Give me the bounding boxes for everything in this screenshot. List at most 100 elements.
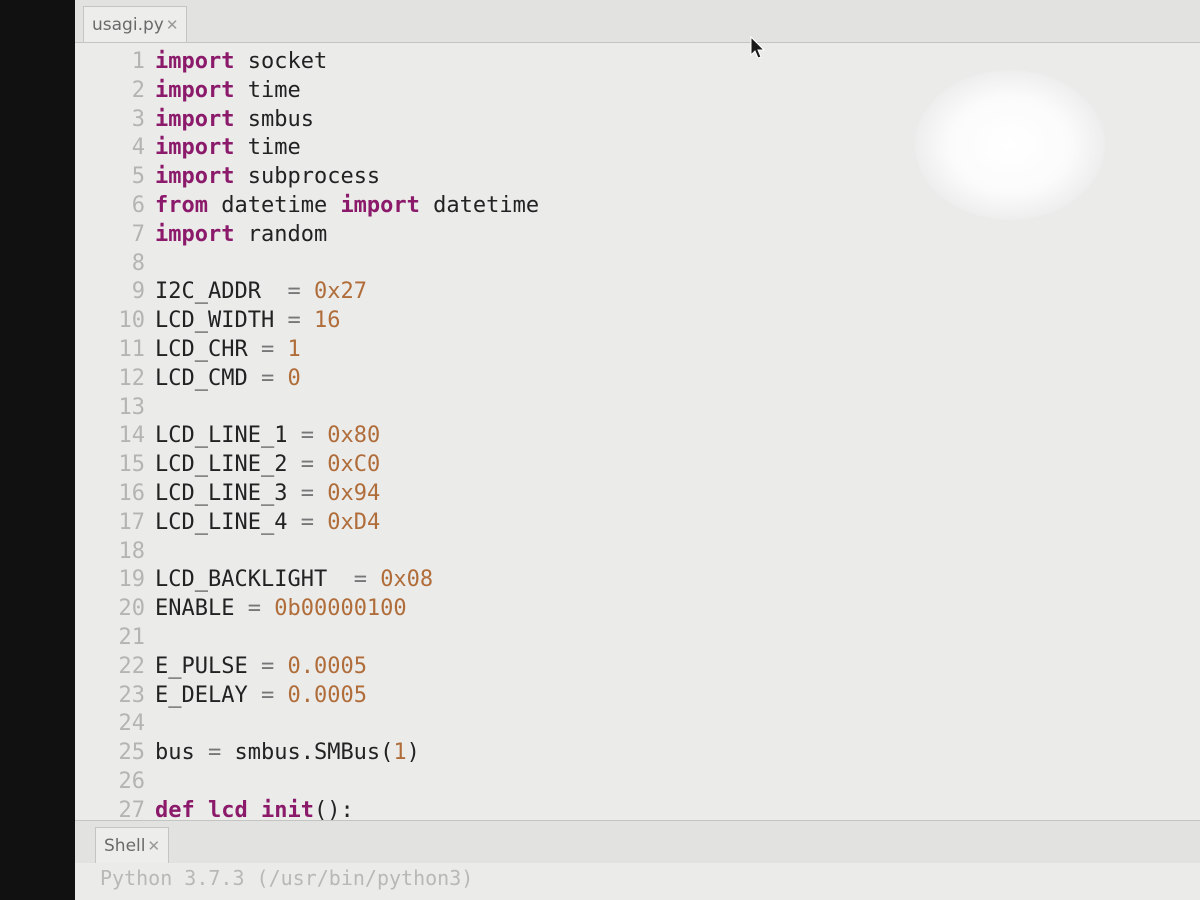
shell-tab-bar: Shell ✕ xyxy=(75,820,1200,864)
code-line[interactable]: import time xyxy=(155,77,539,106)
code-line[interactable]: from datetime import datetime xyxy=(155,192,539,221)
code-token: smbus.SMBus( xyxy=(221,740,394,766)
code-token: import xyxy=(155,164,235,190)
shell-tab[interactable]: Shell ✕ xyxy=(95,827,170,863)
code-token: import xyxy=(155,135,235,161)
code-token: import xyxy=(340,192,420,218)
line-number: 4 xyxy=(131,135,145,161)
shell-panel[interactable]: Python 3.7.3 (/usr/bin/python3) xyxy=(75,863,1200,900)
line-number: 25 xyxy=(118,740,146,766)
code-line[interactable]: LCD_LINE_1 = 0x80 xyxy=(155,422,539,451)
code-line[interactable]: LCD_BACKLIGHT = 0x08 xyxy=(155,566,539,595)
code-token: = xyxy=(260,365,275,391)
code-line[interactable] xyxy=(155,538,539,567)
code-line[interactable] xyxy=(155,624,539,653)
editor-tab-usagi-py[interactable]: usagi.py ✕ xyxy=(83,6,188,42)
code-line[interactable]: LCD_CMD = 0 xyxy=(155,365,539,394)
code-line[interactable]: LCD_LINE_4 = 0xD4 xyxy=(155,509,539,538)
code-token: = xyxy=(260,682,275,708)
code-line[interactable]: LCD_CHR = 1 xyxy=(155,336,539,365)
code-token: datetime xyxy=(207,192,341,218)
code-token: = xyxy=(260,653,275,679)
code-token: ENABLE xyxy=(155,596,248,622)
line-number: 18 xyxy=(118,538,146,564)
code-token: I2C_ADDR xyxy=(155,279,288,305)
line-number: 7 xyxy=(131,221,145,247)
code-line[interactable]: import random xyxy=(155,221,539,250)
code-token: (): xyxy=(313,797,354,823)
line-number: 13 xyxy=(118,394,146,420)
code-token: smbus xyxy=(234,106,314,132)
code-line[interactable]: I2C_ADDR = 0x27 xyxy=(155,278,539,307)
shell-output: Python 3.7.3 (/usr/bin/python3) xyxy=(100,866,474,890)
line-number: 3 xyxy=(131,106,145,132)
code-token: import xyxy=(155,221,235,247)
line-number: 12 xyxy=(118,365,146,391)
line-number: 15 xyxy=(118,452,146,478)
code-line[interactable]: bus = smbus.SMBus(1) xyxy=(155,739,539,768)
code-line[interactable]: import smbus xyxy=(155,106,539,135)
code-token: 0x94 xyxy=(327,480,381,506)
line-number: 11 xyxy=(118,336,146,362)
code-token: = xyxy=(247,596,261,622)
mouse-pointer-icon xyxy=(750,36,766,59)
code-line[interactable] xyxy=(155,394,539,423)
line-number: 22 xyxy=(118,653,146,679)
code-line[interactable] xyxy=(155,768,539,797)
code-line[interactable]: LCD_LINE_2 = 0xC0 xyxy=(155,451,539,480)
line-number: 1 xyxy=(131,49,145,74)
code-token: subprocess xyxy=(234,164,381,190)
code-token: import xyxy=(155,49,235,74)
code-line[interactable]: LCD_WIDTH = 16 xyxy=(155,307,539,336)
line-number: 9 xyxy=(131,279,145,305)
code-token: LCD_LINE_4 xyxy=(155,509,301,535)
code-token: = xyxy=(300,452,314,478)
code-token: 0xC0 xyxy=(327,452,381,478)
code-token: socket xyxy=(234,49,328,74)
code-line[interactable]: E_PULSE = 0.0005 xyxy=(155,653,539,682)
code-text[interactable]: import socket import time import smbus impo… xyxy=(155,48,539,826)
close-icon[interactable]: ✕ xyxy=(147,837,160,855)
code-line[interactable]: E_DELAY = 0.0005 xyxy=(155,682,539,711)
close-icon[interactable]: ✕ xyxy=(166,16,179,34)
editor-tab-label: usagi.py xyxy=(92,14,164,35)
code-editor[interactable]: 1 2 3 4 5 6 7 8 9 10 11 12 13 14 15 16 17 18 19 20 21 22 23 24 2… xyxy=(75,43,1200,823)
code-token: LCD_LINE_2 xyxy=(155,452,301,478)
code-token: 0x27 xyxy=(313,279,367,305)
code-token: datetime xyxy=(419,192,540,218)
code-token: = xyxy=(300,480,314,506)
code-token: 16 xyxy=(313,308,341,334)
code-token: 0.0005 xyxy=(287,682,367,708)
code-token: LCD_CHR xyxy=(155,336,261,362)
code-token: LCD_WIDTH xyxy=(155,308,288,334)
code-line[interactable]: LCD_LINE_3 = 0x94 xyxy=(155,480,539,509)
code-token: 0b00000100 xyxy=(274,596,407,622)
code-token: = xyxy=(300,509,314,535)
code-line[interactable] xyxy=(155,250,539,279)
code-line[interactable]: import subprocess xyxy=(155,163,539,192)
code-token: ) xyxy=(406,740,420,766)
code-token: 0xD4 xyxy=(327,509,381,535)
code-line[interactable]: import socket xyxy=(155,48,539,77)
code-token: E_PULSE xyxy=(155,653,261,679)
line-number: 6 xyxy=(131,192,145,218)
code-line[interactable] xyxy=(155,710,539,739)
code-token: import xyxy=(155,106,235,132)
code-token: = xyxy=(300,423,314,449)
line-number: 21 xyxy=(118,624,146,650)
code-line[interactable]: import time xyxy=(155,134,539,163)
code-token: = xyxy=(260,336,275,362)
code-line[interactable]: ENABLE = 0b00000100 xyxy=(155,595,539,624)
code-token: random xyxy=(234,221,328,247)
line-number: 19 xyxy=(118,567,146,593)
